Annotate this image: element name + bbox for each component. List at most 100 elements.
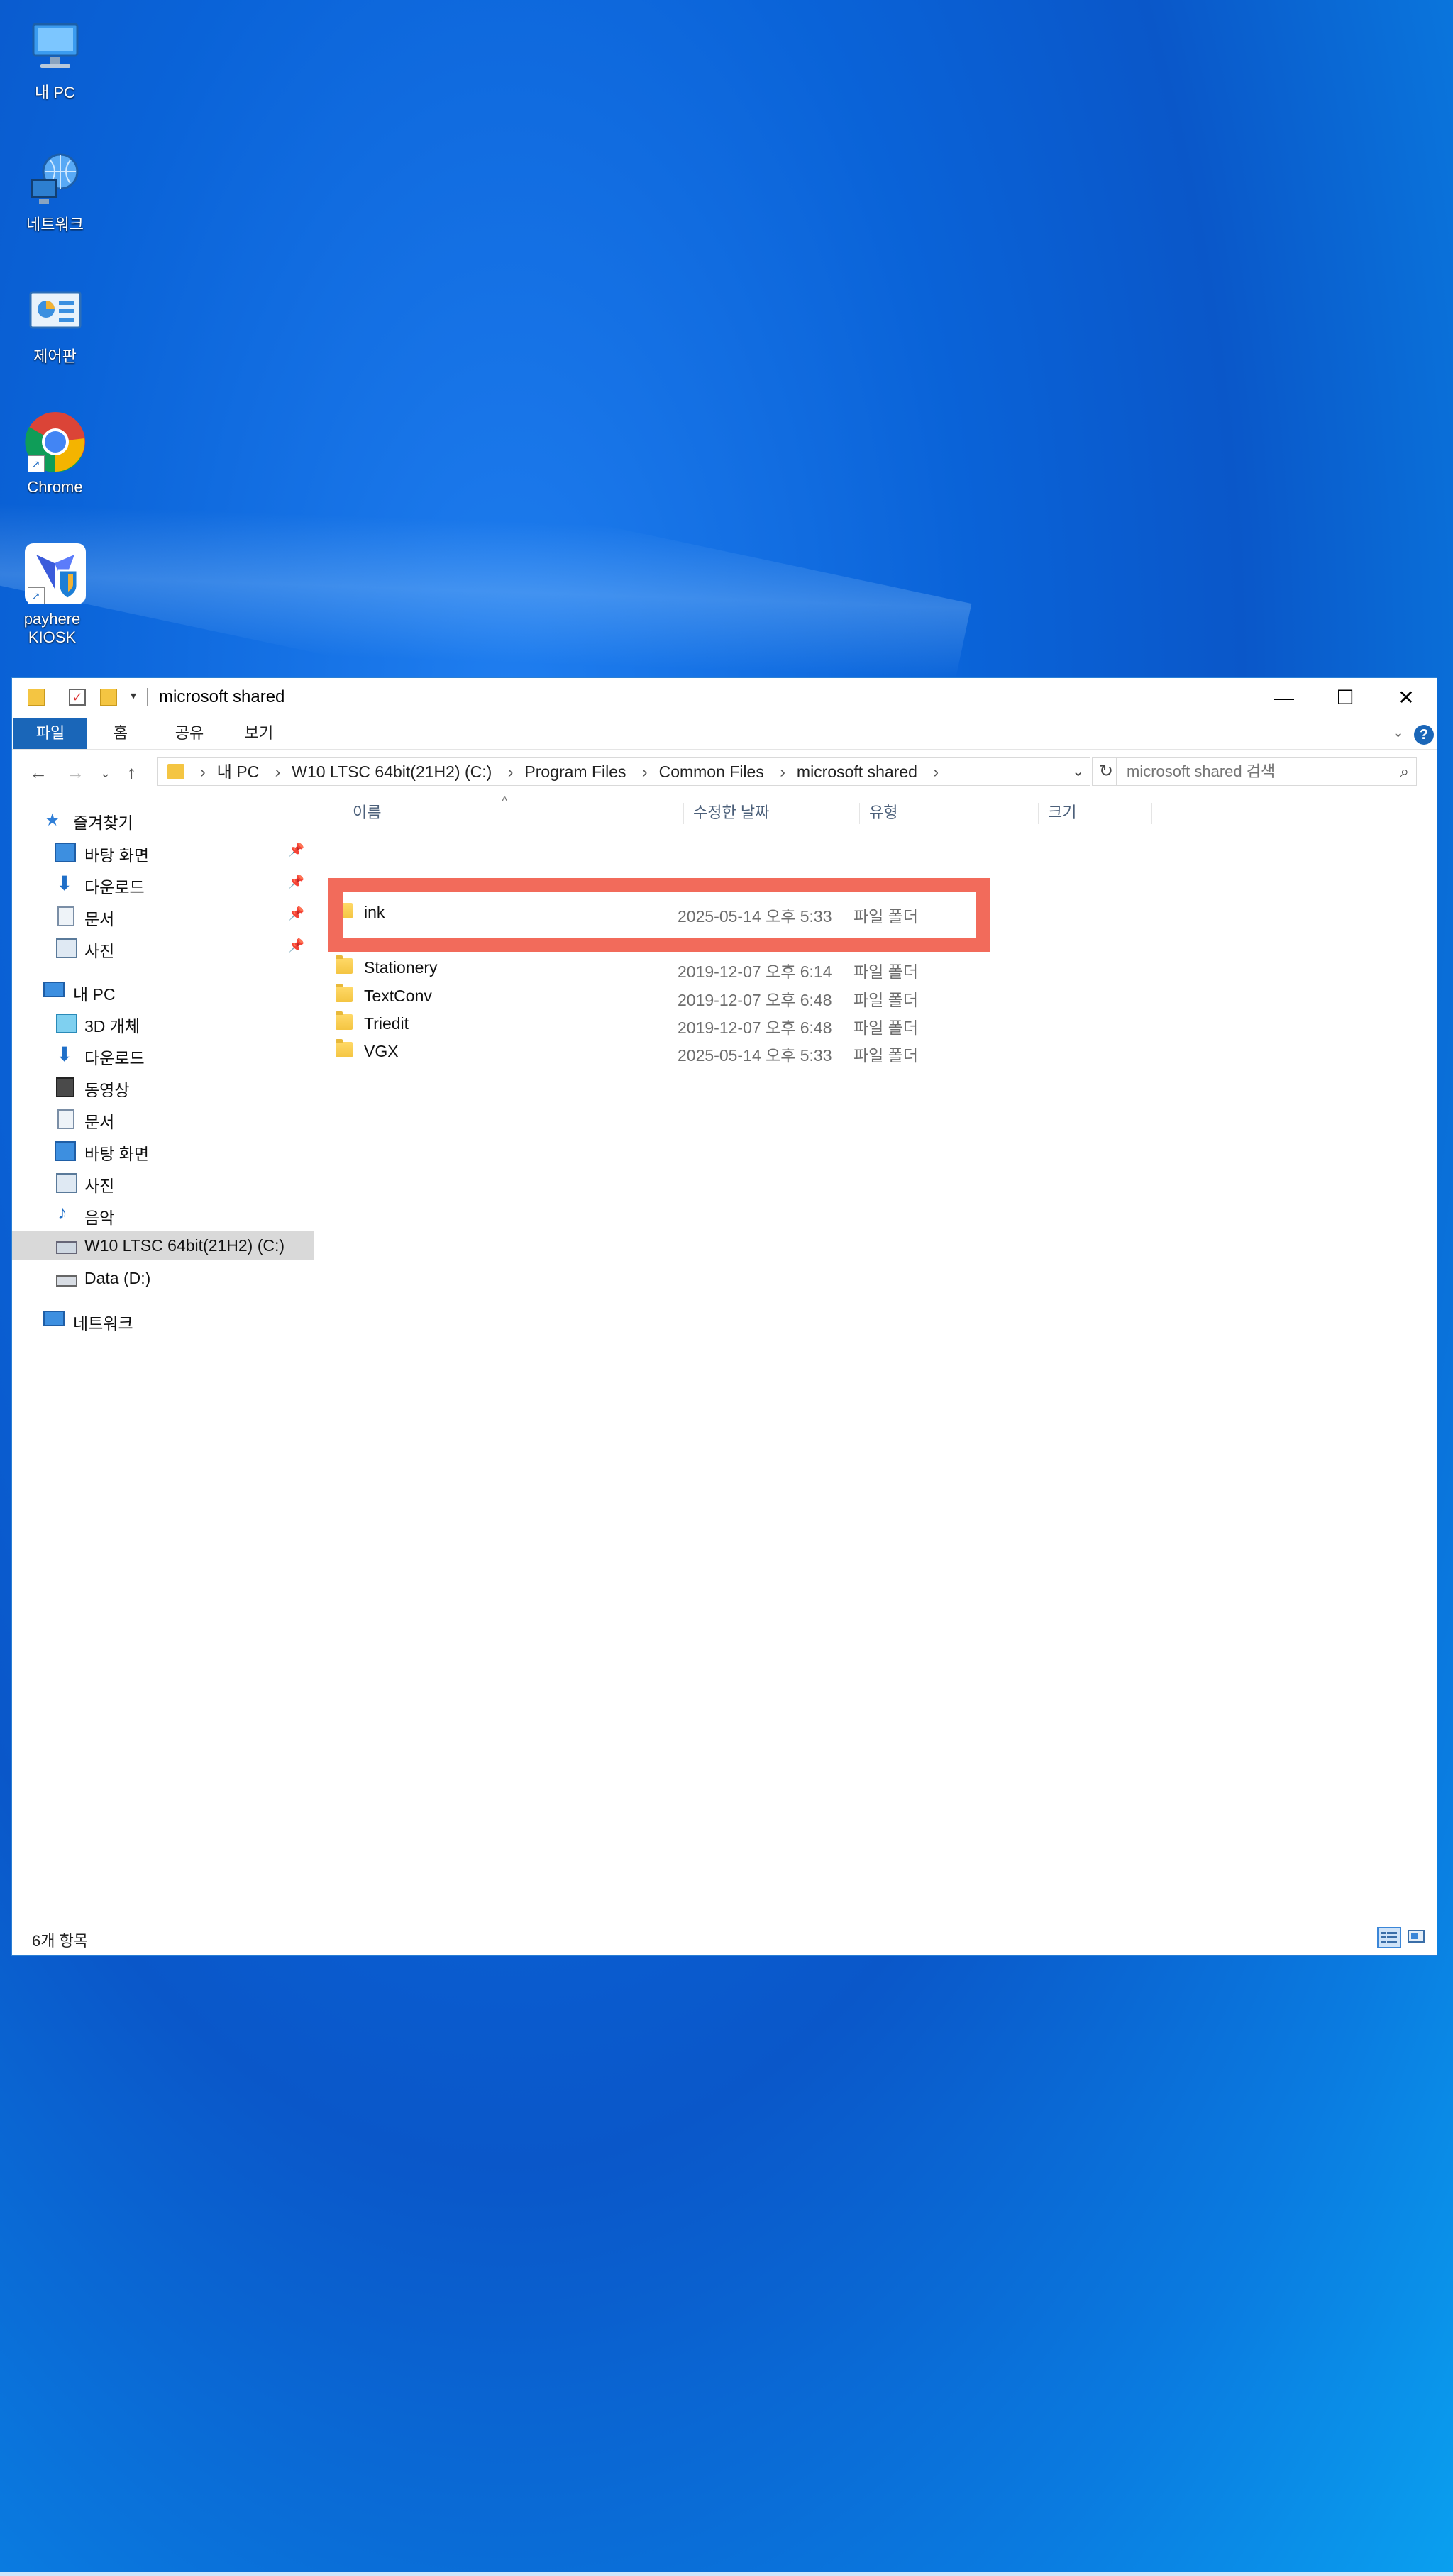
- window-title: microsoft shared: [159, 687, 285, 706]
- column-header-date[interactable]: 수정한 날짜: [693, 799, 769, 827]
- column-divider[interactable]: [859, 803, 860, 824]
- desktop-icon-label: 제어판: [33, 348, 77, 365]
- properties-check-icon[interactable]: ✓: [69, 689, 86, 706]
- network-icon: [43, 1311, 65, 1326]
- file-list[interactable]: ^ 이름 수정한 날짜 유형 크기 ink 2025-05-14 오후 5:33…: [317, 794, 1437, 1919]
- ribbon: 파일 홈 공유 보기 ⌄ ?: [12, 718, 1437, 750]
- ribbon-expand-icon[interactable]: ⌄: [1392, 723, 1404, 741]
- search-icon[interactable]: ⌕: [1400, 762, 1409, 781]
- desktop-icon-my-pc[interactable]: 내 PC: [14, 16, 96, 102]
- pictures-icon: [56, 938, 77, 958]
- sidebar-item-label: 사진: [84, 942, 115, 960]
- table-row[interactable]: TextConv 2019-12-07 오후 6:48 파일 폴더: [327, 982, 966, 1009]
- sidebar-item-documents-pinned[interactable]: 문서 📌: [12, 901, 314, 929]
- desktop-icon-control-panel[interactable]: 제어판: [14, 279, 96, 366]
- document-icon: [57, 1109, 74, 1129]
- sidebar-item-videos[interactable]: 동영상: [12, 1072, 314, 1100]
- pictures-icon: [56, 1173, 77, 1193]
- navigation-pane[interactable]: ★ 즐겨찾기 바탕 화면 📌 ⬇ 다운로드 📌 문서 📌 사진 📌 내 PC 3…: [12, 799, 316, 1919]
- sidebar-item-downloads-pinned[interactable]: ⬇ 다운로드 📌: [12, 869, 314, 897]
- details-view-icon[interactable]: [1377, 1927, 1401, 1948]
- folder-icon: [28, 689, 45, 706]
- sidebar-item-c-drive[interactable]: W10 LTSC 64bit(21H2) (C:): [12, 1231, 314, 1260]
- folder-icon: [336, 1011, 353, 1030]
- breadcrumb-program-files[interactable]: Program Files: [524, 762, 626, 781]
- back-arrow-icon[interactable]: ←: [29, 762, 48, 784]
- desktop-icon-network[interactable]: 네트워크: [14, 148, 96, 234]
- address-dropdown-icon[interactable]: ⌄: [1072, 762, 1084, 780]
- pin-icon[interactable]: 📌: [289, 906, 304, 921]
- title-bar[interactable]: ✓ ▾ microsoft shared — ☐ ✕: [12, 678, 1437, 718]
- table-row[interactable]: Triedit 2019-12-07 오후 6:48 파일 폴더: [327, 1009, 966, 1037]
- control-panel-icon: [23, 279, 87, 343]
- taskbar-edge: [0, 2572, 1453, 2576]
- sidebar-item-my-pc[interactable]: 내 PC: [12, 976, 314, 1004]
- sidebar-item-pictures-pinned[interactable]: 사진 📌: [12, 933, 314, 961]
- network-globe-icon: [23, 148, 87, 211]
- table-row[interactable]: VGX 2025-05-14 오후 5:33 파일 폴더: [327, 1037, 966, 1065]
- sidebar-item-desktop[interactable]: 바탕 화면: [12, 1136, 314, 1164]
- search-input[interactable]: [1125, 758, 1383, 785]
- sidebar-item-quick-access[interactable]: ★ 즐겨찾기: [12, 804, 314, 833]
- tab-home[interactable]: 홈: [96, 718, 145, 749]
- desktop-icon: [55, 843, 76, 862]
- file-name: Triedit: [364, 1014, 409, 1033]
- sidebar-item-d-drive[interactable]: Data (D:): [12, 1264, 314, 1292]
- desktop-icon-payhere-kiosk[interactable]: ↗ payhere KIOSK: [14, 542, 96, 647]
- tab-file[interactable]: 파일: [13, 718, 87, 749]
- pin-icon[interactable]: 📌: [289, 843, 304, 857]
- chevron-right-icon[interactable]: ›: [275, 762, 281, 781]
- pin-icon[interactable]: 📌: [289, 875, 304, 889]
- address-bar[interactable]: › 내 PC › W10 LTSC 64bit(21H2) (C:) › Progra…: [157, 757, 1090, 786]
- pin-icon[interactable]: 📌: [289, 938, 304, 953]
- minimize-button[interactable]: —: [1254, 678, 1315, 718]
- sidebar-item-music[interactable]: ♪ 음악: [12, 1199, 314, 1228]
- new-folder-icon[interactable]: [100, 689, 117, 706]
- search-box[interactable]: ⌕: [1116, 757, 1417, 786]
- up-arrow-icon[interactable]: ↑: [127, 762, 136, 784]
- breadcrumb-common-files[interactable]: Common Files: [659, 762, 764, 781]
- file-date: 2019-12-07 오후 6:14: [678, 962, 832, 981]
- file-type: 파일 폴더: [853, 991, 919, 1009]
- sidebar-item-downloads[interactable]: ⬇ 다운로드: [12, 1040, 314, 1068]
- chevron-right-icon[interactable]: ›: [933, 762, 939, 781]
- chevron-right-icon[interactable]: ›: [642, 762, 648, 781]
- sidebar-item-network[interactable]: 네트워크: [12, 1305, 314, 1333]
- desktop-icon-label: Chrome: [27, 478, 83, 496]
- sidebar-item-3d-objects[interactable]: 3D 개체: [12, 1008, 314, 1036]
- shortcut-arrow-icon: ↗: [27, 455, 45, 472]
- desktop-icon-chrome[interactable]: ↗ Chrome: [14, 410, 96, 496]
- tab-view[interactable]: 보기: [229, 718, 289, 749]
- column-divider[interactable]: [1038, 803, 1039, 824]
- cube-3d-icon: [56, 1014, 77, 1033]
- folder-icon: [336, 1039, 353, 1057]
- column-header-type[interactable]: 유형: [869, 799, 897, 827]
- forward-arrow-icon[interactable]: →: [66, 762, 84, 784]
- column-header-name[interactable]: 이름: [353, 799, 381, 827]
- help-button[interactable]: ?: [1414, 725, 1434, 745]
- tab-share[interactable]: 공유: [160, 718, 219, 749]
- breadcrumb-c-drive[interactable]: W10 LTSC 64bit(21H2) (C:): [292, 762, 492, 781]
- column-header-size[interactable]: 크기: [1048, 799, 1076, 827]
- chevron-right-icon[interactable]: ›: [780, 762, 785, 781]
- maximize-button[interactable]: ☐: [1315, 678, 1376, 718]
- breadcrumb-microsoft-shared[interactable]: microsoft shared: [797, 762, 917, 781]
- recent-locations-icon[interactable]: ⌄: [100, 766, 111, 781]
- sidebar-item-desktop-pinned[interactable]: 바탕 화면 📌: [12, 837, 314, 865]
- quick-access-dropdown-icon[interactable]: ▾: [126, 689, 141, 704]
- sidebar-item-label: 음악: [84, 1209, 115, 1227]
- column-divider[interactable]: [1151, 803, 1152, 824]
- file-name: TextConv: [364, 987, 432, 1005]
- large-icons-view-icon[interactable]: [1405, 1927, 1430, 1948]
- file-explorer-window[interactable]: ✓ ▾ microsoft shared — ☐ ✕ 파일 홈 공유 보기 ⌄ …: [11, 677, 1437, 1956]
- sidebar-item-pictures[interactable]: 사진: [12, 1167, 314, 1196]
- download-arrow-icon: ⬇: [56, 872, 73, 894]
- sidebar-item-documents[interactable]: 문서: [12, 1104, 314, 1132]
- chevron-right-icon[interactable]: ›: [508, 762, 514, 781]
- table-row[interactable]: Stationery 2019-12-07 오후 6:14 파일 폴더: [327, 953, 966, 981]
- status-bar: 6개 항목: [12, 1920, 1437, 1955]
- sidebar-item-label: 동영상: [84, 1081, 130, 1099]
- breadcrumb-my-pc[interactable]: 내 PC: [217, 762, 260, 781]
- column-divider[interactable]: [683, 803, 684, 824]
- close-button[interactable]: ✕: [1376, 678, 1437, 718]
